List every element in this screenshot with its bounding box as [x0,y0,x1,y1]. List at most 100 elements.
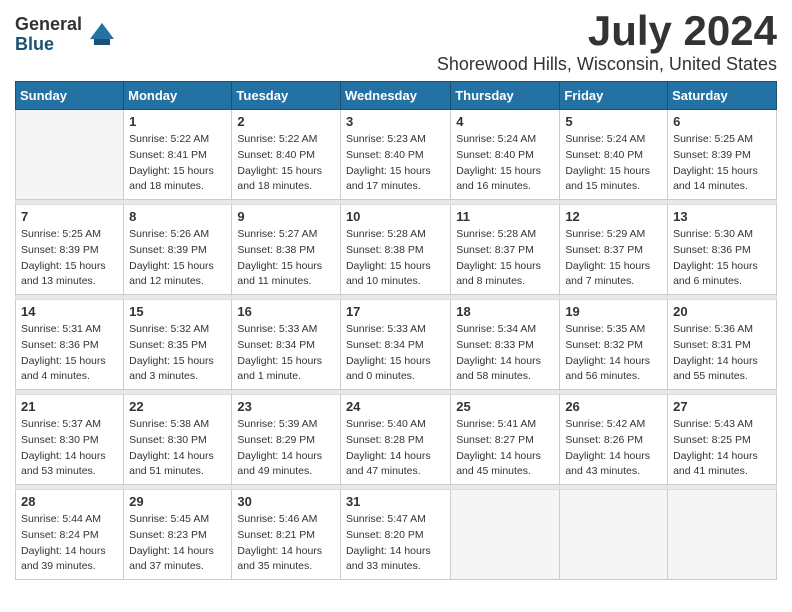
header-row: SundayMondayTuesdayWednesdayThursdayFrid… [16,82,777,110]
day-number: 19 [565,304,662,319]
header-cell-thursday: Thursday [451,82,560,110]
day-info: Sunrise: 5:47 AM Sunset: 8:20 PM Dayligh… [346,512,445,575]
day-info: Sunrise: 5:22 AM Sunset: 8:41 PM Dayligh… [129,132,226,195]
day-number: 12 [565,209,662,224]
day-cell: 12 Sunrise: 5:29 AM Sunset: 8:37 PM Dayli… [560,205,668,295]
day-number: 9 [237,209,335,224]
day-cell: 5 Sunrise: 5:24 AM Sunset: 8:40 PM Daylig… [560,110,668,200]
day-number: 5 [565,114,662,129]
day-cell: 23 Sunrise: 5:39 AM Sunset: 8:29 PM Dayli… [232,395,341,485]
day-cell: 17Sunrise: 5:33 AM Sunset: 8:34 PM Dayli… [340,300,450,390]
day-number: 15 [129,304,226,319]
day-info: Sunrise: 5:23 AM Sunset: 8:40 PM Dayligh… [346,132,445,195]
day-cell: 15 Sunrise: 5:32 AM Sunset: 8:35 PM Dayli… [124,300,232,390]
calendar-table: SundayMondayTuesdayWednesdayThursdayFrid… [15,81,777,580]
day-cell: 6 Sunrise: 5:25 AM Sunset: 8:39 PM Daylig… [668,110,777,200]
day-number: 14 [21,304,118,319]
day-number: 21 [21,399,118,414]
day-info: Sunrise: 5:33 AM Sunset: 8:34 PM Dayligh… [346,322,445,385]
day-cell: 30 Sunrise: 5:46 AM Sunset: 8:21 PM Dayli… [232,490,341,580]
day-info: Sunrise: 5:29 AM Sunset: 8:37 PM Dayligh… [565,227,662,290]
week-row-5: 28Sunrise: 5:44 AM Sunset: 8:24 PM Dayli… [16,490,777,580]
day-info: Sunrise: 5:25 AM Sunset: 8:39 PM Dayligh… [21,227,118,290]
day-number: 30 [237,494,335,509]
day-info: Sunrise: 5:34 AM Sunset: 8:33 PM Dayligh… [456,322,554,385]
day-info: Sunrise: 5:27 AM Sunset: 8:38 PM Dayligh… [237,227,335,290]
logo-icon [86,19,118,51]
day-cell: 7 Sunrise: 5:25 AM Sunset: 8:39 PM Daylig… [16,205,124,295]
day-number: 2 [237,114,335,129]
day-number: 26 [565,399,662,414]
day-info: Sunrise: 5:22 AM Sunset: 8:40 PM Dayligh… [237,132,335,195]
day-info: Sunrise: 5:36 AM Sunset: 8:31 PM Dayligh… [673,322,771,385]
day-info: Sunrise: 5:30 AM Sunset: 8:36 PM Dayligh… [673,227,771,290]
day-info: Sunrise: 5:37 AM Sunset: 8:30 PM Dayligh… [21,417,118,480]
day-number: 18 [456,304,554,319]
header-cell-wednesday: Wednesday [340,82,450,110]
day-number: 11 [456,209,554,224]
day-info: Sunrise: 5:28 AM Sunset: 8:37 PM Dayligh… [456,227,554,290]
day-cell: 16 Sunrise: 5:33 AM Sunset: 8:34 PM Dayli… [232,300,341,390]
day-info: Sunrise: 5:33 AM Sunset: 8:34 PM Dayligh… [237,322,335,385]
day-number: 7 [21,209,118,224]
day-cell: 13 Sunrise: 5:30 AM Sunset: 8:36 PM Dayli… [668,205,777,295]
day-number: 13 [673,209,771,224]
logo-blue: Blue [15,35,82,55]
day-number: 22 [129,399,226,414]
day-number: 16 [237,304,335,319]
day-number: 23 [237,399,335,414]
day-number: 31 [346,494,445,509]
logo: General Blue [15,15,118,55]
week-row-4: 21 Sunrise: 5:37 AM Sunset: 8:30 PM Dayli… [16,395,777,485]
day-info: Sunrise: 5:42 AM Sunset: 8:26 PM Dayligh… [565,417,662,480]
day-info: Sunrise: 5:26 AM Sunset: 8:39 PM Dayligh… [129,227,226,290]
day-info: Sunrise: 5:24 AM Sunset: 8:40 PM Dayligh… [565,132,662,195]
day-number: 24 [346,399,445,414]
day-cell: 3 Sunrise: 5:23 AM Sunset: 8:40 PM Daylig… [340,110,450,200]
logo-general: General [15,15,82,35]
day-cell: 29 Sunrise: 5:45 AM Sunset: 8:23 PM Dayli… [124,490,232,580]
day-cell [451,490,560,580]
header-cell-friday: Friday [560,82,668,110]
day-cell: 8Sunrise: 5:26 AM Sunset: 8:39 PM Daylig… [124,205,232,295]
day-number: 10 [346,209,445,224]
day-number: 20 [673,304,771,319]
day-info: Sunrise: 5:32 AM Sunset: 8:35 PM Dayligh… [129,322,226,385]
day-cell [668,490,777,580]
day-info: Sunrise: 5:31 AM Sunset: 8:36 PM Dayligh… [21,322,118,385]
day-cell: 19Sunrise: 5:35 AM Sunset: 8:32 PM Dayli… [560,300,668,390]
header: General Blue July 2024 Shorewood Hills, … [15,10,777,75]
day-info: Sunrise: 5:24 AM Sunset: 8:40 PM Dayligh… [456,132,554,195]
title-area: July 2024 Shorewood Hills, Wisconsin, Un… [437,10,777,75]
day-cell: 14 Sunrise: 5:31 AM Sunset: 8:36 PM Dayli… [16,300,124,390]
header-cell-sunday: Sunday [16,82,124,110]
day-info: Sunrise: 5:43 AM Sunset: 8:25 PM Dayligh… [673,417,771,480]
day-info: Sunrise: 5:39 AM Sunset: 8:29 PM Dayligh… [237,417,335,480]
week-row-3: 14 Sunrise: 5:31 AM Sunset: 8:36 PM Dayli… [16,300,777,390]
day-number: 29 [129,494,226,509]
day-info: Sunrise: 5:38 AM Sunset: 8:30 PM Dayligh… [129,417,226,480]
day-info: Sunrise: 5:46 AM Sunset: 8:21 PM Dayligh… [237,512,335,575]
day-cell: 10Sunrise: 5:28 AM Sunset: 8:38 PM Dayli… [340,205,450,295]
week-row-1: 1Sunrise: 5:22 AM Sunset: 8:41 PM Daylig… [16,110,777,200]
day-info: Sunrise: 5:45 AM Sunset: 8:23 PM Dayligh… [129,512,226,575]
day-cell: 27 Sunrise: 5:43 AM Sunset: 8:25 PM Dayli… [668,395,777,485]
day-cell: 26 Sunrise: 5:42 AM Sunset: 8:26 PM Dayli… [560,395,668,485]
header-cell-saturday: Saturday [668,82,777,110]
day-cell [560,490,668,580]
day-cell: 24Sunrise: 5:40 AM Sunset: 8:28 PM Dayli… [340,395,450,485]
day-cell: 9 Sunrise: 5:27 AM Sunset: 8:38 PM Daylig… [232,205,341,295]
header-cell-monday: Monday [124,82,232,110]
day-cell: 2 Sunrise: 5:22 AM Sunset: 8:40 PM Daylig… [232,110,341,200]
day-cell: 22 Sunrise: 5:38 AM Sunset: 8:30 PM Dayli… [124,395,232,485]
day-number: 3 [346,114,445,129]
day-cell: 18 Sunrise: 5:34 AM Sunset: 8:33 PM Dayli… [451,300,560,390]
day-cell: 4Sunrise: 5:24 AM Sunset: 8:40 PM Daylig… [451,110,560,200]
day-number: 6 [673,114,771,129]
day-cell: 11 Sunrise: 5:28 AM Sunset: 8:37 PM Dayli… [451,205,560,295]
day-info: Sunrise: 5:25 AM Sunset: 8:39 PM Dayligh… [673,132,771,195]
day-info: Sunrise: 5:44 AM Sunset: 8:24 PM Dayligh… [21,512,118,575]
header-cell-tuesday: Tuesday [232,82,341,110]
day-number: 25 [456,399,554,414]
day-number: 27 [673,399,771,414]
